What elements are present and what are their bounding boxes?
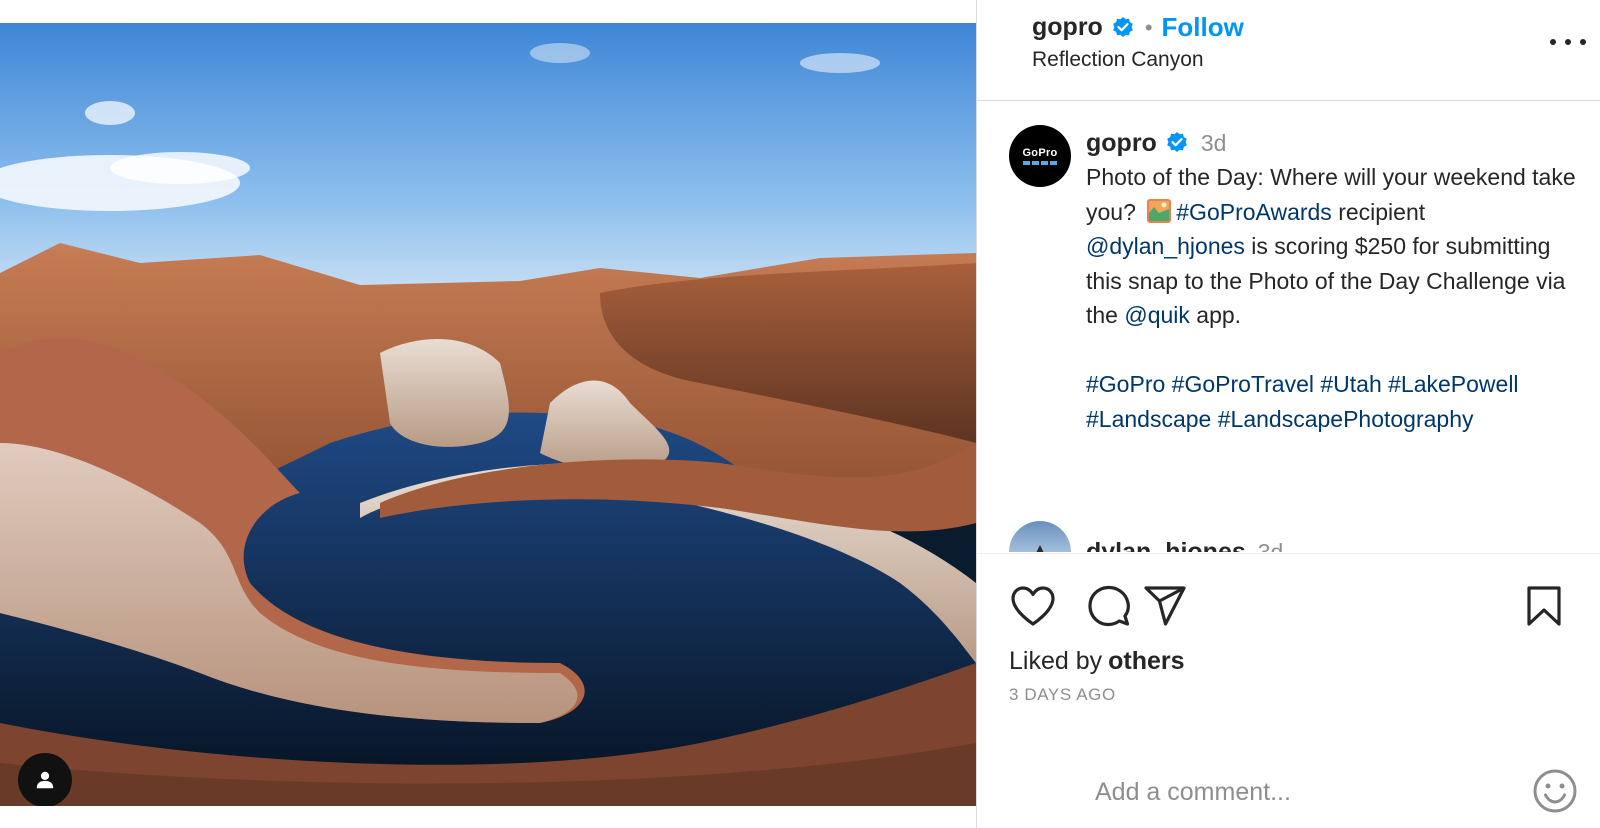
emoji-icon xyxy=(1533,769,1577,813)
comment-header: dylan_hjones 3d xyxy=(1086,538,1283,553)
canyon-photo xyxy=(0,23,976,806)
share-icon xyxy=(1144,586,1186,626)
header-username[interactable]: gopro xyxy=(1032,13,1103,42)
avatar[interactable]: GoPro xyxy=(1009,125,1071,187)
comment-username[interactable]: dylan_hjones xyxy=(1086,538,1246,553)
tagged-users-button[interactable] xyxy=(18,753,72,806)
gopro-logo: GoPro xyxy=(1022,147,1058,159)
hashtag-list: #GoPro #GoProTravel #Utah #LakePowell #L… xyxy=(1086,367,1586,436)
comments-section[interactable]: GoPro gopro 3d Photo of the Day: Where w… xyxy=(977,102,1600,552)
avatar[interactable] xyxy=(1009,521,1071,552)
hashtag-goproawards[interactable]: #GoProAwards xyxy=(1176,199,1332,225)
caption: gopro 3d Photo of the Day: Where will yo… xyxy=(1086,128,1586,436)
emoji-picker-button[interactable] xyxy=(1532,768,1578,814)
location-link[interactable]: Reflection Canyon xyxy=(1032,48,1204,72)
more-icon xyxy=(1550,39,1556,45)
liked-by-prefix: Liked by xyxy=(1009,647,1103,675)
post-header: gopro • Follow Reflection Canyon xyxy=(977,0,1600,101)
follow-button[interactable]: Follow xyxy=(1162,12,1244,43)
more-options-button[interactable] xyxy=(1550,30,1586,54)
mention-quik[interactable]: @quik xyxy=(1124,302,1190,328)
post-date[interactable]: 3 DAYS AGO xyxy=(1009,685,1116,705)
hashtag-landscape[interactable]: #Landscape xyxy=(1086,406,1211,432)
hashtag-landscapephotography[interactable]: #LandscapePhotography xyxy=(1218,406,1474,432)
share-button[interactable] xyxy=(1141,582,1189,630)
heart-icon xyxy=(1011,586,1055,626)
comment-button[interactable] xyxy=(1085,582,1133,630)
comment-icon xyxy=(1088,585,1130,627)
verified-icon xyxy=(1165,131,1189,155)
hashtag-lakepowell[interactable]: #LakePowell xyxy=(1388,371,1518,397)
caption-text2: recipient xyxy=(1331,198,1426,225)
photo-emoji-icon xyxy=(1146,198,1172,224)
caption-text4: app. xyxy=(1189,302,1242,328)
user-tag-icon xyxy=(36,771,54,789)
hashtag-goprotravel[interactable]: #GoProTravel xyxy=(1172,371,1314,397)
avatar-photo xyxy=(1036,545,1044,552)
post-sidebar: gopro • Follow Reflection Canyon GoPro g… xyxy=(977,0,1600,828)
comment-input[interactable] xyxy=(1095,772,1495,812)
caption-username[interactable]: gopro xyxy=(1086,129,1157,158)
caption-time[interactable]: 3d xyxy=(1201,130,1227,157)
save-button[interactable] xyxy=(1520,582,1568,630)
verified-icon xyxy=(1111,16,1135,40)
gopro-logo-bars xyxy=(1023,161,1057,165)
header-user-row: gopro • Follow xyxy=(1032,12,1244,43)
comment-item: dylan_hjones 3d xyxy=(1009,521,1283,552)
mention-dylan-hjones[interactable]: @dylan_hjones xyxy=(1086,233,1245,259)
liked-by-text: Liked by others xyxy=(1009,647,1185,676)
hashtag-utah[interactable]: #Utah xyxy=(1320,371,1381,397)
post-media[interactable] xyxy=(0,23,976,806)
header-separator: • xyxy=(1144,14,1153,40)
caption-text: Photo of the Day: Where will your weeken… xyxy=(1086,160,1586,436)
action-bar: Liked by others 3 DAYS AGO xyxy=(977,553,1600,828)
comment-time[interactable]: 3d xyxy=(1258,539,1284,553)
hashtag-gopro[interactable]: #GoPro xyxy=(1086,371,1165,397)
like-button[interactable] xyxy=(1009,582,1057,630)
bookmark-icon xyxy=(1527,586,1561,626)
caption-header: gopro 3d xyxy=(1086,128,1586,158)
liked-by-others[interactable]: others xyxy=(1108,647,1184,675)
